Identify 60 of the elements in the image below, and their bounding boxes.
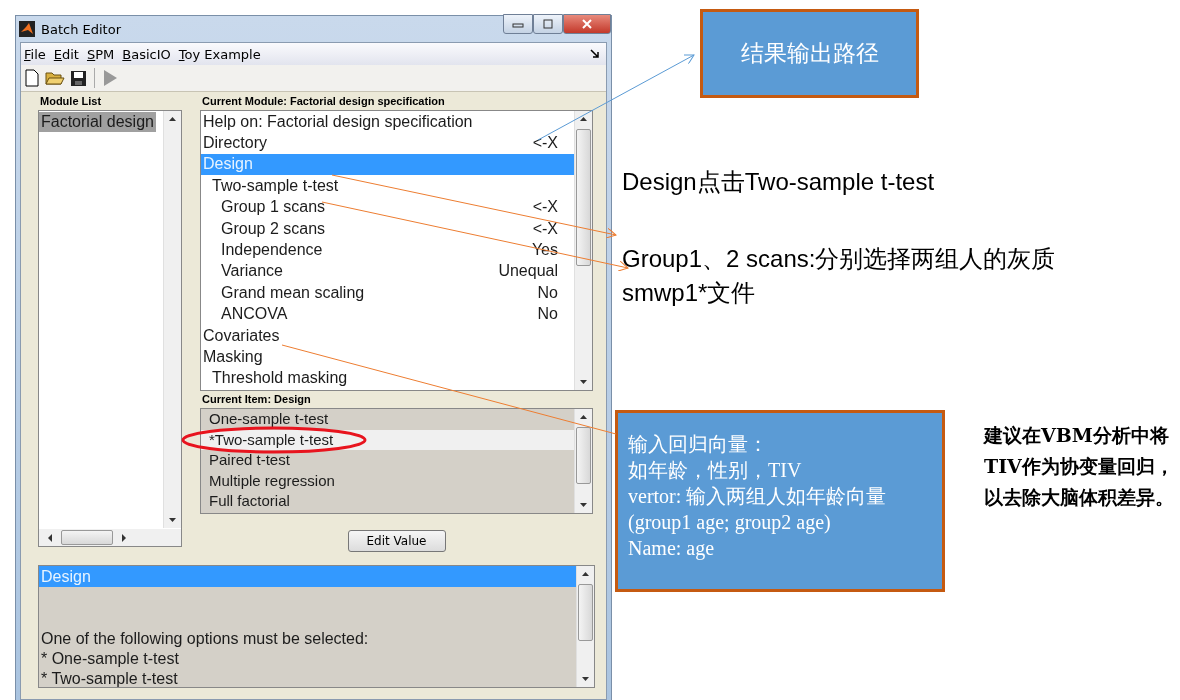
tree-row[interactable]: Group 1 scans <-X: [201, 196, 574, 218]
callout-text: Name: age: [628, 536, 716, 561]
tree-value: <-X: [532, 219, 558, 238]
help-line: One of the following options must be selected:: [40, 629, 370, 649]
window-title: Batch Editor: [41, 21, 121, 37]
tree-label: Masking: [203, 348, 263, 366]
edit-value-button[interactable]: Edit Value: [347, 530, 446, 552]
tree-row[interactable]: Grand mean scaling No: [201, 282, 574, 304]
tree-label: Grand mean scaling: [221, 283, 365, 302]
tree-label: Two-sample t-test: [212, 176, 339, 195]
module-list-item[interactable]: Factorial design: [39, 112, 156, 132]
annotation-text: Design点击Two-sample t-test: [622, 167, 936, 197]
tree-value: <-X: [532, 198, 558, 217]
callout-text: 输入回归向量：: [628, 432, 769, 457]
help-line: * Two-sample t-test: [40, 669, 179, 687]
option-item[interactable]: One-sample t-test: [201, 409, 574, 430]
annotation-text: Group1、2 scans:分别选择两组人的灰质smwp1*文件: [622, 244, 1057, 308]
tree-label: Directory: [203, 134, 267, 153]
option-item[interactable]: Multiple regression: [201, 470, 574, 492]
tree-label: ANCOVA: [221, 305, 288, 324]
menu-item[interactable]: Toy Example: [178, 46, 261, 62]
tree-label: Threshold masking: [212, 369, 348, 388]
tree-row[interactable]: Masking: [201, 346, 574, 368]
tree-value: <-X: [532, 134, 558, 153]
tree-row[interactable]: Two-sample t-test: [201, 175, 574, 197]
tree-label: Group 2 scans: [221, 219, 326, 238]
callout-text: vertor: 输入两组人如年龄向量(group1 age; group2 age): [628, 484, 888, 535]
menu-item[interactable]: BasicIO: [122, 46, 171, 62]
option-list[interactable]: One-sample t-test *Two-sample t-test Paired t-test Multiple regression Full factorial: [200, 408, 593, 514]
help-line: * One-sample t-test: [40, 649, 180, 669]
menu-item[interactable]: SPM: [86, 46, 115, 62]
tree-value: No: [537, 305, 558, 324]
panel-heading: Module List: [39, 95, 103, 109]
tree-row[interactable]: ANCOVA No: [201, 303, 574, 325]
tree-label: Help on: Factorial design specification: [203, 112, 473, 131]
tree-row[interactable]: Threshold masking: [201, 367, 574, 390]
tree-value: Unequal: [498, 262, 558, 281]
menu-item[interactable]: File: [24, 46, 46, 62]
annotation-text: 建议在VBM分析中将TIV作为协变量回归，以去除大脑体积差异。: [984, 423, 1175, 510]
menu-item[interactable]: Edit: [53, 46, 79, 62]
callout-text: 结果输出路径: [740, 39, 879, 68]
tree-row[interactable]: Directory <-X: [201, 132, 574, 154]
option-item[interactable]: Paired t-test: [201, 450, 574, 471]
tree-label: Design: [203, 155, 253, 174]
panel-heading: Current Item: Design: [201, 393, 312, 407]
tree-label: Covariates: [203, 326, 280, 345]
help-title: Design: [39, 566, 576, 587]
option-item[interactable]: *Two-sample t-test: [201, 429, 574, 451]
tree-value: No: [537, 283, 558, 302]
tree-label: Variance: [221, 262, 283, 281]
option-item[interactable]: Full factorial: [201, 491, 574, 512]
tree-row[interactable]: Help on: Factorial design specification: [201, 111, 574, 133]
tree-row[interactable]: Group 2 scans <-X: [201, 217, 574, 240]
tree-label: Group 1 scans: [221, 198, 326, 217]
tree-label: Independence: [221, 241, 323, 260]
tree-row[interactable]: Variance Unequal: [201, 260, 574, 283]
module-list[interactable]: Factorial design: [38, 110, 182, 547]
callout-text: 如年龄，性别，TIV: [628, 458, 803, 483]
panel-heading: Current Module: Factorial design specification: [201, 95, 446, 109]
tree-row[interactable]: Covariates: [201, 324, 574, 347]
